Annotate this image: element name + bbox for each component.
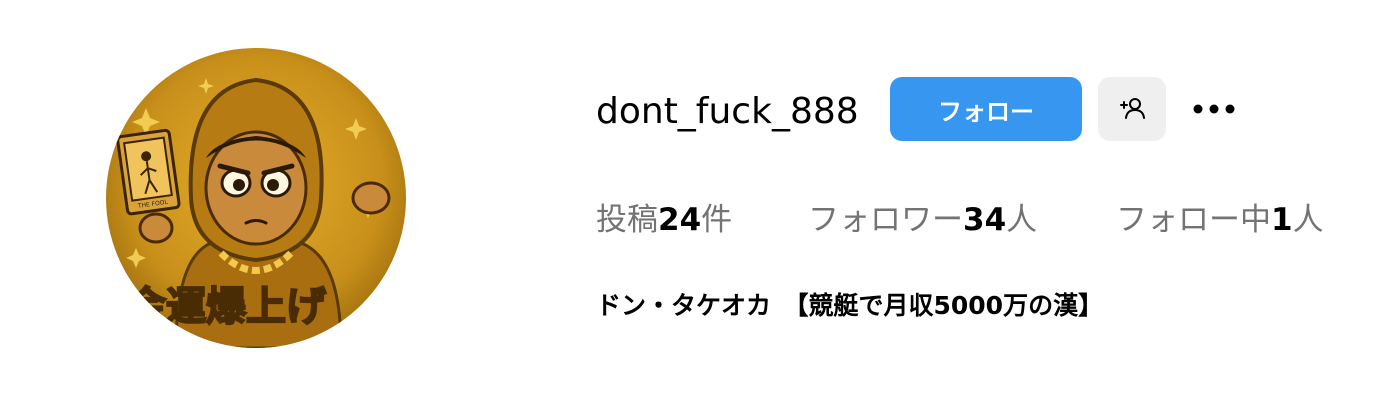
stat-following[interactable]: フォロー中1人 [1116,196,1324,244]
stat-followers-suffix: 人 [1006,202,1038,238]
stat-followers-count: 34 [963,202,1007,238]
follow-button[interactable]: フォロー [890,77,1082,141]
profile-full-name: ドン・タケオカ 【競艇で月収5000万の漢】 [596,291,1104,320]
profile-header: THE FOOL 金運爆上げ dont_fuck_888 フォロー 投稿24件 … [0,0,1400,414]
stat-posts-count: 24 [658,202,702,238]
stat-posts: 投稿24件 [596,196,732,244]
stat-following-label: フォロー中 [1116,202,1271,238]
profile-avatar[interactable]: THE FOOL 金運爆上げ [106,48,406,348]
hooded-character-avatar-icon: THE FOOL 金運爆上げ [106,48,406,348]
stat-posts-suffix: 件 [701,202,733,238]
stat-following-count: 1 [1271,202,1293,238]
profile-username: dont_fuck_888 [596,91,859,132]
stat-posts-label: 投稿 [596,202,658,238]
stat-following-suffix: 人 [1292,202,1324,238]
avatar-banner-text: 金運爆上げ [125,284,326,330]
suggest-accounts-button[interactable] [1098,77,1166,141]
more-options-button[interactable] [1182,77,1246,141]
more-horizontal-icon [1193,104,1235,114]
stat-followers-label: フォロワー [808,202,963,238]
stat-followers[interactable]: フォロワー34人 [808,196,1037,244]
add-person-icon [1120,98,1145,119]
